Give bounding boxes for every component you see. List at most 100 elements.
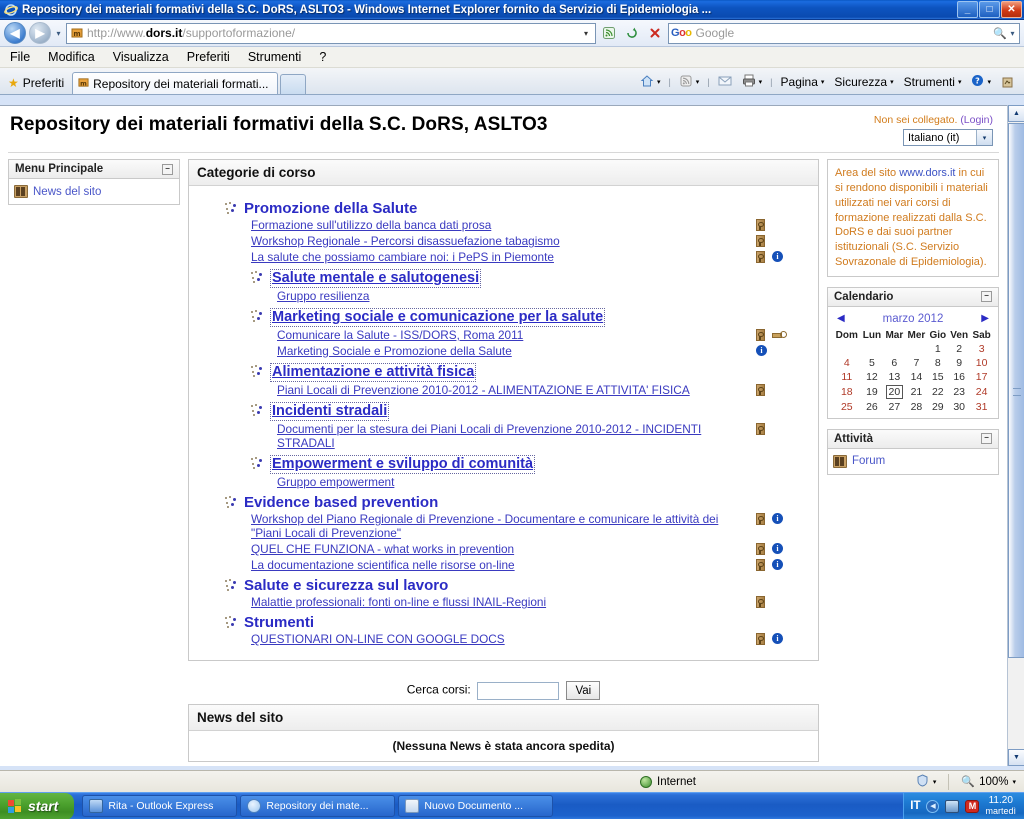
search-icon[interactable]: 🔍 bbox=[992, 27, 1008, 40]
chevron-down-icon[interactable]: ▾ bbox=[821, 78, 825, 86]
category-link[interactable]: Salute e sicurezza sul lavoro bbox=[244, 577, 448, 594]
calendar-day[interactable]: 12 bbox=[861, 370, 884, 384]
search-dropdown-icon[interactable]: ▾ bbox=[1008, 29, 1017, 38]
calendar-day[interactable]: 15 bbox=[927, 370, 948, 384]
login-link[interactable]: (Login) bbox=[960, 114, 993, 126]
favorites-button[interactable]: ★ Preferiti bbox=[6, 72, 72, 94]
category-link[interactable]: Promozione della Salute bbox=[244, 200, 417, 217]
course-link[interactable]: La salute che possiamo cambiare noi: i P… bbox=[251, 250, 756, 264]
calendar-day[interactable]: 5 bbox=[861, 356, 884, 370]
calendar-day[interactable]: 23 bbox=[948, 384, 970, 400]
print-button[interactable]: ▾ bbox=[738, 72, 767, 92]
course-info-icon[interactable]: i bbox=[772, 543, 783, 554]
category-link[interactable]: Empowerment e sviluppo di comunità bbox=[270, 455, 536, 474]
taskbar-item-ie[interactable]: Repository dei mate... bbox=[240, 795, 396, 817]
course-link[interactable]: Gruppo resilienza bbox=[277, 289, 756, 303]
calendar-day[interactable]: 27 bbox=[883, 400, 905, 414]
minimize-block-icon[interactable]: − bbox=[162, 163, 173, 175]
chevron-down-icon[interactable]: ▾ bbox=[976, 130, 992, 145]
calendar-day[interactable]: 16 bbox=[948, 370, 970, 384]
course-search-input[interactable] bbox=[477, 681, 560, 700]
calendar-day[interactable]: 11 bbox=[833, 370, 861, 384]
course-link[interactable]: Workshop del Piano Regionale di Prevenzi… bbox=[251, 512, 756, 540]
menu-item-file[interactable]: File bbox=[8, 49, 32, 65]
chevron-down-icon[interactable]: ▾ bbox=[1012, 778, 1016, 786]
calendar-day[interactable]: 13 bbox=[883, 370, 905, 384]
menu-item-preferiti[interactable]: Preferiti bbox=[185, 49, 232, 65]
calendar-day[interactable]: 26 bbox=[861, 400, 884, 414]
course-info-icon[interactable]: i bbox=[772, 251, 783, 262]
help-menu-button[interactable]: ? ▾ bbox=[967, 72, 995, 92]
calendar-day[interactable]: 17 bbox=[970, 370, 993, 384]
course-link[interactable]: Documenti per la stesura dei Piani Local… bbox=[277, 422, 756, 450]
main-menu-item[interactable]: News del sito bbox=[14, 183, 174, 200]
course-link[interactable]: Piani Locali di Prevenzione 2010-2012 - … bbox=[277, 383, 756, 397]
forward-button[interactable]: ▶ bbox=[29, 22, 51, 44]
course-info-icon[interactable]: i bbox=[772, 559, 783, 570]
minimize-block-icon[interactable]: − bbox=[981, 433, 992, 445]
course-info-icon[interactable]: i bbox=[756, 345, 767, 356]
security-menu-button[interactable]: Sicurezza ▾ bbox=[830, 73, 897, 91]
feeds-button[interactable]: ▾ bbox=[675, 72, 704, 93]
category-link[interactable]: Salute mentale e salutogenesi bbox=[270, 269, 482, 288]
course-link[interactable]: Marketing Sociale e Promozione della Sal… bbox=[277, 344, 756, 358]
course-link[interactable]: La documentazione scientifica nelle riso… bbox=[251, 558, 756, 572]
calendar-day[interactable]: 14 bbox=[905, 370, 927, 384]
security-zone[interactable]: Internet bbox=[640, 775, 696, 788]
category-link[interactable]: Marketing sociale e comunicazione per la… bbox=[270, 308, 606, 327]
zoom-control[interactable]: ▾ 🔍 100% ▾ bbox=[916, 773, 1024, 790]
calendar-day[interactable]: 10 bbox=[970, 356, 993, 370]
start-button[interactable]: start bbox=[0, 792, 75, 819]
mail-button[interactable] bbox=[714, 73, 736, 92]
chevron-down-icon[interactable]: ▾ bbox=[890, 78, 894, 86]
calendar-day[interactable]: 19 bbox=[861, 384, 884, 400]
course-link[interactable]: QUESTIONARI ON-LINE CON GOOGLE DOCS bbox=[251, 632, 756, 646]
page-menu-button[interactable]: Pagina ▾ bbox=[777, 73, 829, 91]
language-indicator[interactable]: IT bbox=[910, 800, 920, 812]
history-dropdown-icon[interactable]: ▾ bbox=[54, 29, 63, 38]
chevron-down-icon[interactable]: ▾ bbox=[958, 78, 962, 86]
course-link[interactable]: Comunicare la Salute - ISS/DORS, Roma 20… bbox=[277, 328, 756, 342]
calendar-day[interactable]: 25 bbox=[833, 400, 861, 414]
calendar-day[interactable]: 3 bbox=[970, 342, 993, 356]
home-button[interactable]: ▾ bbox=[636, 72, 665, 93]
calendar-day[interactable]: 7 bbox=[905, 356, 927, 370]
calendar-day[interactable]: 29 bbox=[927, 400, 948, 414]
category-link[interactable]: Strumenti bbox=[244, 614, 314, 631]
calendar-day-today[interactable]: 20 bbox=[883, 384, 905, 400]
chevron-down-icon[interactable]: ▾ bbox=[657, 78, 661, 86]
maximize-button[interactable]: □ bbox=[979, 1, 1000, 18]
calendar-month-label[interactable]: marzo 2012 bbox=[883, 313, 944, 325]
calendar-next-month-icon[interactable]: ▶ bbox=[981, 313, 989, 324]
vertical-scrollbar[interactable]: ▲ ▼ bbox=[1007, 105, 1024, 766]
search-input[interactable]: Goo Google 🔍 ▾ bbox=[668, 22, 1020, 44]
course-link[interactable]: Workshop Regionale - Percorsi disassuefa… bbox=[251, 234, 756, 248]
address-input[interactable]: m http://www.dors.it/supportoformazione/… bbox=[66, 22, 596, 44]
menu-item-visualizza[interactable]: Visualizza bbox=[111, 49, 171, 65]
browser-tab-active[interactable]: m Repository dei materiali formati... bbox=[72, 72, 278, 94]
calendar-day[interactable]: 28 bbox=[905, 400, 927, 414]
category-link[interactable]: Incidenti stradali bbox=[270, 402, 390, 421]
network-icon[interactable] bbox=[945, 799, 960, 813]
dors-site-link[interactable]: www.dors.it bbox=[899, 167, 955, 179]
feeds-icon[interactable] bbox=[599, 23, 619, 44]
show-hidden-icons-icon[interactable]: ◀ bbox=[926, 799, 940, 813]
calendar-day[interactable]: 31 bbox=[970, 400, 993, 414]
scrollbar-thumb[interactable] bbox=[1008, 123, 1024, 658]
menu-item-help[interactable]: ? bbox=[317, 49, 328, 65]
chevron-down-icon[interactable]: ▾ bbox=[987, 78, 991, 86]
chevron-down-icon[interactable]: ▾ bbox=[696, 78, 700, 86]
course-info-icon[interactable]: i bbox=[772, 513, 783, 524]
scroll-down-button[interactable]: ▼ bbox=[1008, 749, 1024, 766]
calendar-day[interactable]: 18 bbox=[833, 384, 861, 400]
calendar-prev-month-icon[interactable]: ◀ bbox=[837, 313, 845, 324]
stop-button[interactable] bbox=[645, 23, 665, 44]
language-select[interactable]: Italiano (it) ▾ bbox=[903, 129, 993, 146]
calendar-day[interactable]: 22 bbox=[927, 384, 948, 400]
calendar-day[interactable]: 21 bbox=[905, 384, 927, 400]
calendar-day[interactable]: 9 bbox=[948, 356, 970, 370]
back-button[interactable]: ◀ bbox=[4, 22, 26, 44]
address-dropdown-icon[interactable]: ▾ bbox=[579, 29, 593, 38]
calendar-day[interactable]: 1 bbox=[927, 342, 948, 356]
close-button[interactable]: ✕ bbox=[1001, 1, 1022, 18]
